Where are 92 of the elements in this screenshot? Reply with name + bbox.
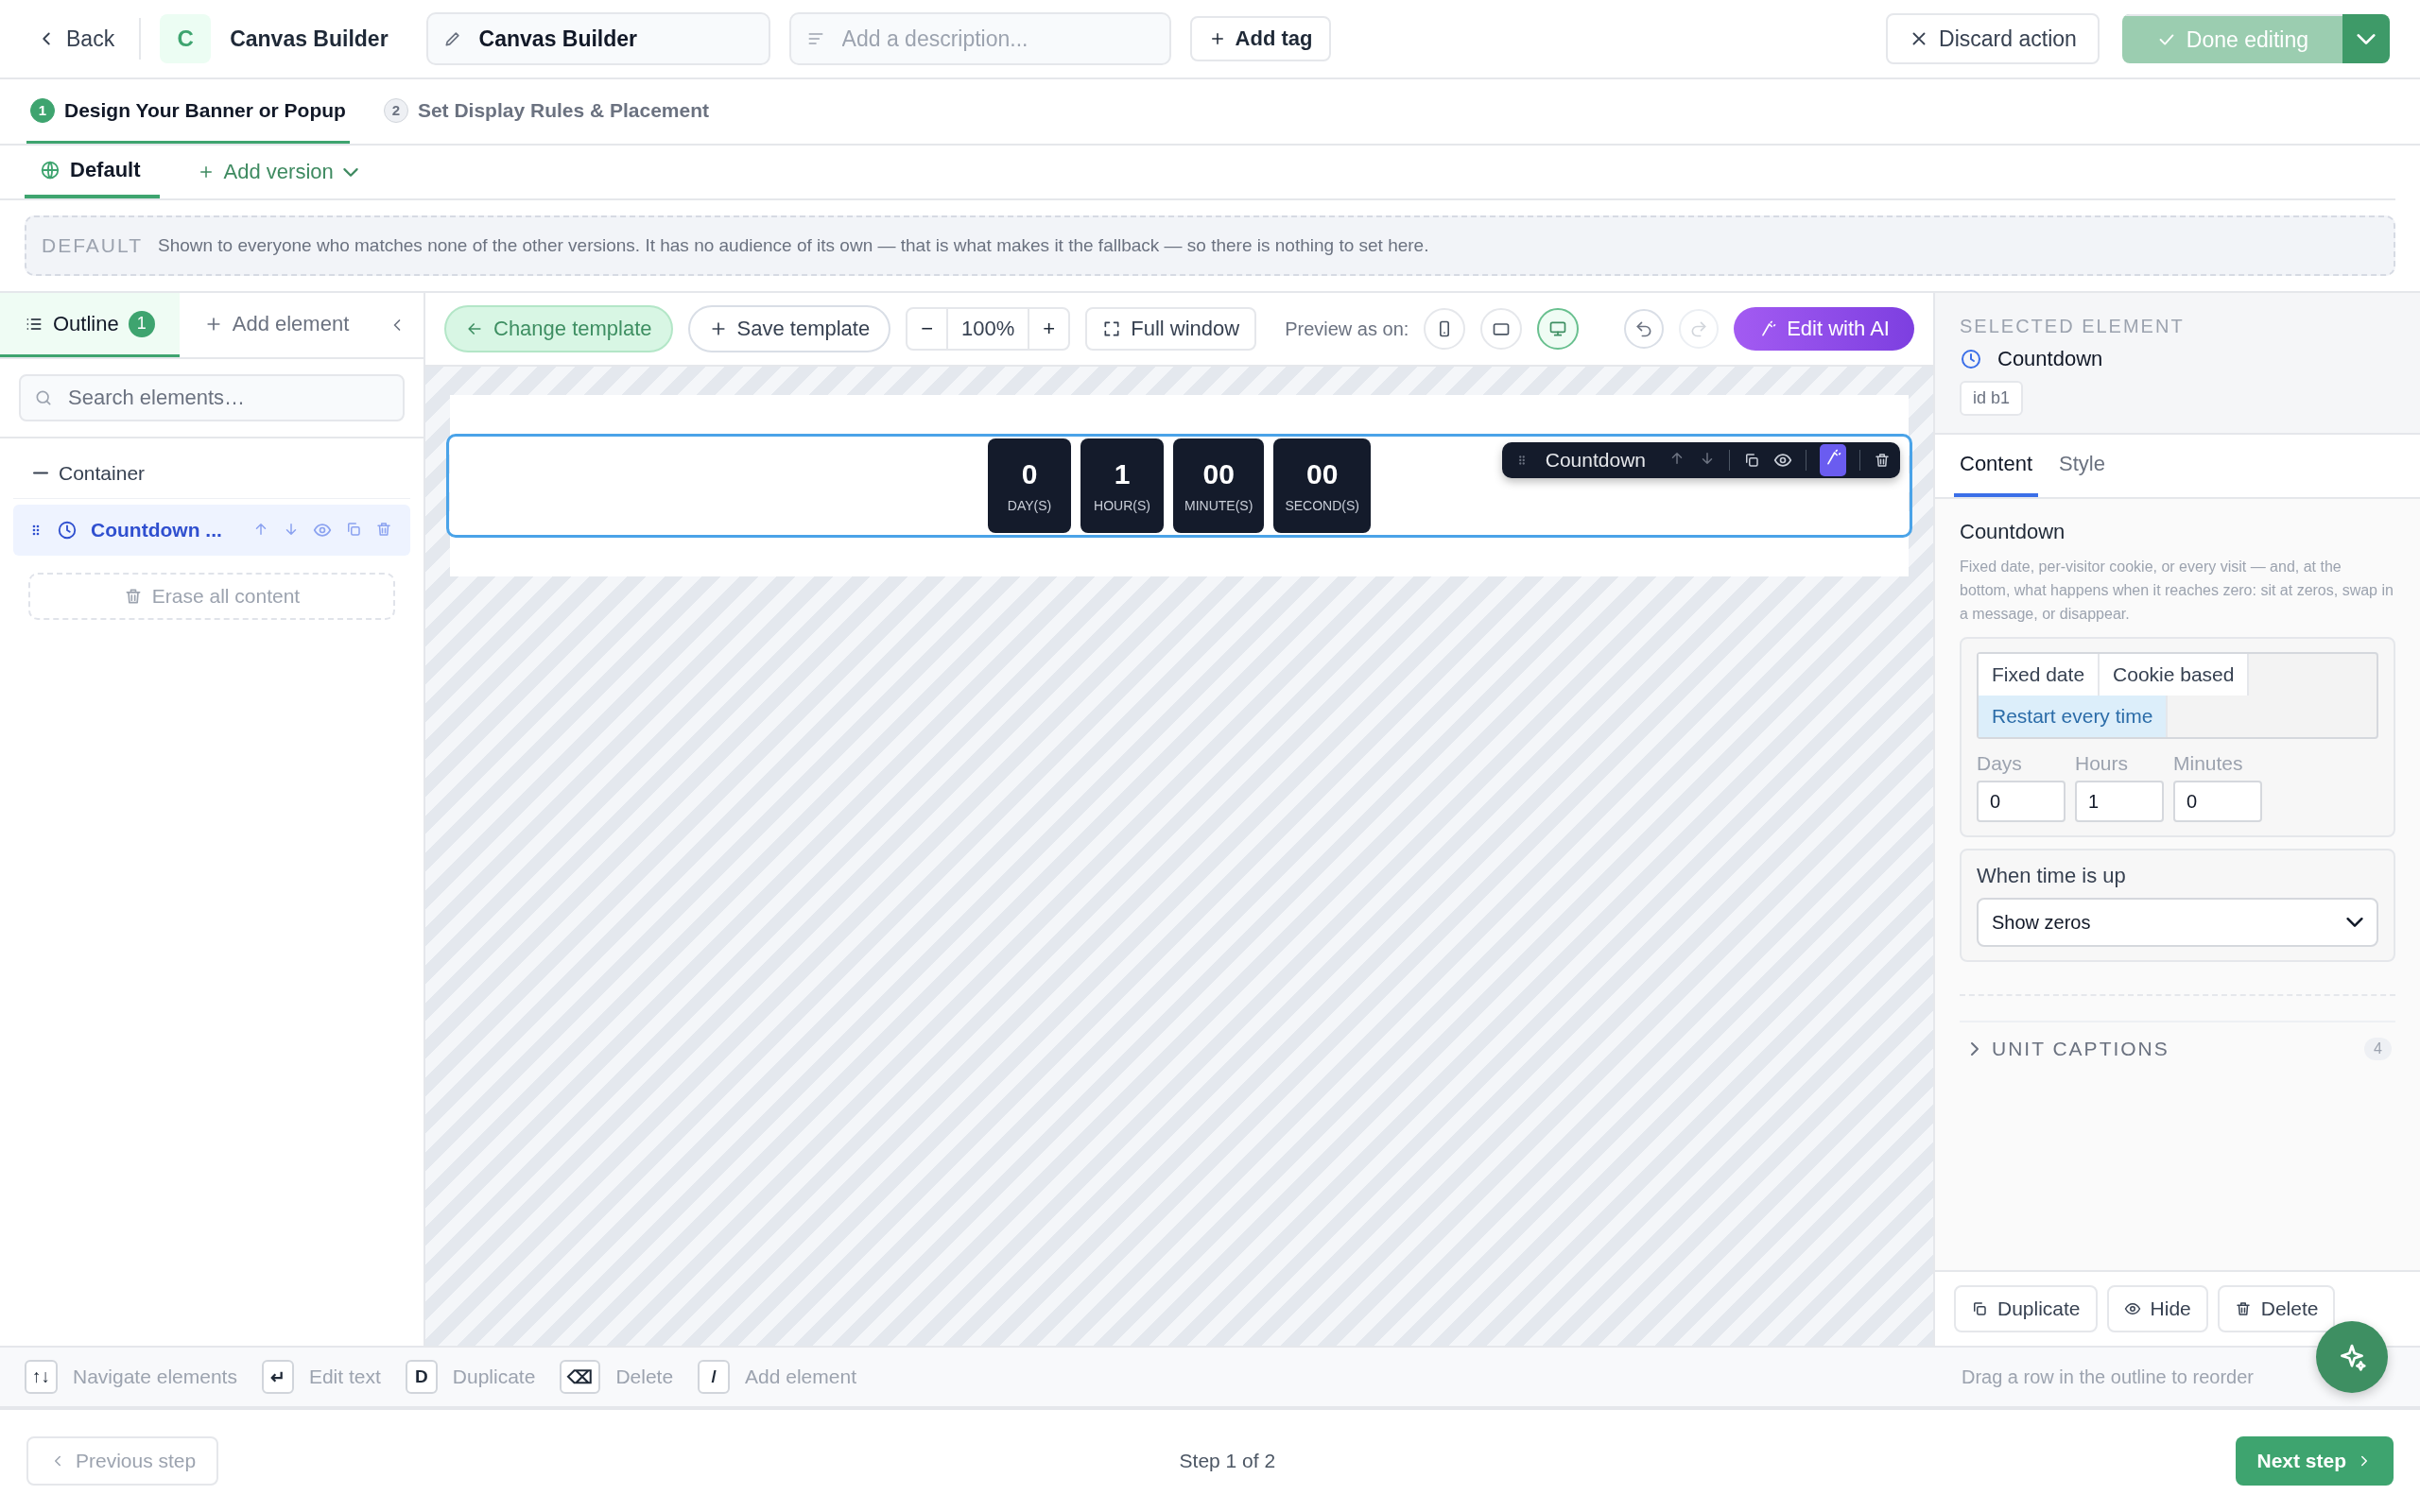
- caret-icon: [2357, 33, 2376, 44]
- select-field[interactable]: Show zeros: [1977, 898, 2378, 948]
- notice-text: Shown to everyone who matches none of the other versions. It has no audience of its own — that is what makes it the fallback — so there is nothing to set here.: [157, 235, 1429, 256]
- search-icon: [34, 388, 53, 407]
- step-tab[interactable]: 1 Design Your Banner or Popup: [26, 79, 350, 144]
- panel-tab[interactable]: Add element: [179, 293, 374, 357]
- tree-item[interactable]: Countdown ...: [13, 505, 410, 556]
- eye-icon: [2123, 1300, 2141, 1317]
- caret-icon: [342, 167, 358, 177]
- redo-icon: [1689, 319, 1709, 338]
- expand-icon: [1102, 319, 1122, 338]
- field-label: Hours: [2075, 752, 2130, 776]
- search-field[interactable]: Search elements…: [19, 374, 405, 421]
- hint-text: Drag a row in the outline to reorder: [1961, 1366, 2254, 1388]
- key-cap: D: [405, 1360, 438, 1394]
- version-tab[interactable]: Default: [25, 146, 160, 198]
- unit-caption: SECOND(S): [1285, 498, 1359, 513]
- zoom-out-button[interactable]: −: [908, 309, 947, 349]
- hide-button[interactable]: Hide: [2106, 1285, 2208, 1332]
- field-label: When time is up: [1977, 864, 2127, 889]
- section-title: Countdown: [1960, 520, 2066, 544]
- field-label: Days: [1977, 752, 2023, 776]
- unit-value: 1: [1114, 458, 1131, 490]
- key-cap: ↵: [261, 1360, 294, 1394]
- key-cap: ↑↓: [25, 1360, 58, 1394]
- field-label: Minutes: [2173, 752, 2244, 776]
- app-name: Canvas Builder: [230, 26, 389, 52]
- save-template-button[interactable]: Save template: [687, 305, 891, 352]
- unit-value: 00: [1305, 458, 1339, 490]
- delete-button[interactable]: Delete: [2217, 1285, 2336, 1332]
- back-button[interactable]: Back: [30, 18, 121, 60]
- tree-item[interactable]: Container: [13, 448, 410, 499]
- device-button[interactable]: [1537, 308, 1580, 350]
- eye-icon: [312, 521, 332, 540]
- app-logo: C: [160, 14, 212, 63]
- globe-icon: [40, 160, 60, 180]
- shortcut-label: Duplicate: [452, 1366, 536, 1388]
- panel-heading: SELECTED ELEMENT: [1960, 316, 2185, 337]
- key-cap: /: [698, 1360, 731, 1394]
- id-chip: id b1: [1960, 381, 2024, 416]
- collapse-icon: [32, 472, 49, 474]
- trash-icon: [374, 521, 392, 538]
- shortcut-label: Add element: [745, 1366, 856, 1388]
- monitor-icon: [1548, 319, 1568, 338]
- mode-option[interactable]: Cookie based: [2100, 654, 2250, 696]
- dropdown-button[interactable]: [2342, 14, 2390, 63]
- key-cap: ⌫: [560, 1360, 601, 1394]
- shortcut-label: Delete: [615, 1366, 674, 1388]
- zoom-level[interactable]: 100%: [946, 309, 1030, 349]
- add-version-button[interactable]: Add version: [197, 146, 358, 198]
- unit-value: 00: [1202, 458, 1235, 490]
- notice-tag: DEFAULT: [42, 234, 143, 257]
- name-field[interactable]: Canvas Builder: [425, 12, 770, 65]
- caret-icon: [2346, 918, 2363, 928]
- undo-button[interactable]: [1624, 309, 1665, 349]
- number-field[interactable]: 0: [2173, 781, 2262, 823]
- shortcut-label: Edit text: [308, 1366, 381, 1388]
- zoom-in-button[interactable]: +: [1029, 309, 1069, 349]
- panel-tab[interactable]: Content: [1954, 435, 2039, 497]
- step-tab[interactable]: 2 Set Display Rules & Placement: [379, 79, 714, 144]
- mode-option[interactable]: Restart every time: [1979, 696, 2169, 738]
- trash-icon: [2234, 1300, 2252, 1317]
- section-description: Fixed date, per-visitor cookie, or every visit — and, at the bottom, what happens when it reaches zero: sit at zeros, swap in a message, or disappear.: [1960, 558, 2394, 624]
- add-tag-button[interactable]: Add tag: [1189, 16, 1332, 61]
- copy-icon: [1971, 1300, 1988, 1317]
- number-field[interactable]: 0: [1977, 781, 2066, 823]
- full-window-button[interactable]: Full window: [1085, 307, 1257, 351]
- edit-with-ai-button[interactable]: Edit with AI: [1734, 307, 1914, 351]
- element-name: Countdown: [1997, 347, 2103, 371]
- eye-icon: [1773, 451, 1792, 470]
- clock-icon: [1960, 348, 1982, 370]
- unit-value: 0: [1021, 458, 1038, 490]
- number-field[interactable]: 1: [2075, 781, 2164, 823]
- count-badge: 1: [128, 310, 155, 337]
- discard-button[interactable]: Discard action: [1886, 13, 2100, 64]
- panel-tab[interactable]: Outline 1: [0, 293, 180, 357]
- copy-icon: [1743, 452, 1760, 469]
- preview-label: Preview as on:: [1285, 318, 1409, 340]
- unit-caption: HOUR(S): [1094, 498, 1150, 513]
- panel-tab[interactable]: Style: [2055, 435, 2109, 497]
- clock-icon: [57, 520, 78, 541]
- countdown-block[interactable]: 0 DAY(S) 1 HOUR(S) 00 MINUTE(S) 00 SECOND(S) Countdown: [446, 434, 1912, 538]
- duplicate-button[interactable]: Duplicate: [1954, 1285, 2098, 1332]
- mode-option[interactable]: Fixed date: [1979, 654, 2100, 696]
- toolbar-label: Countdown: [1545, 449, 1646, 472]
- step-counter: Step 1 of 2: [1179, 1450, 1276, 1472]
- unit-caption: DAY(S): [1007, 498, 1052, 513]
- shortcut-label: Navigate elements: [73, 1366, 237, 1388]
- unit-caption: MINUTE(S): [1184, 498, 1253, 513]
- section-toggle[interactable]: UNIT CAPTIONS 4: [1960, 1021, 2395, 1076]
- trash-icon: [1874, 452, 1891, 469]
- description-field[interactable]: Add a description...: [788, 12, 1171, 65]
